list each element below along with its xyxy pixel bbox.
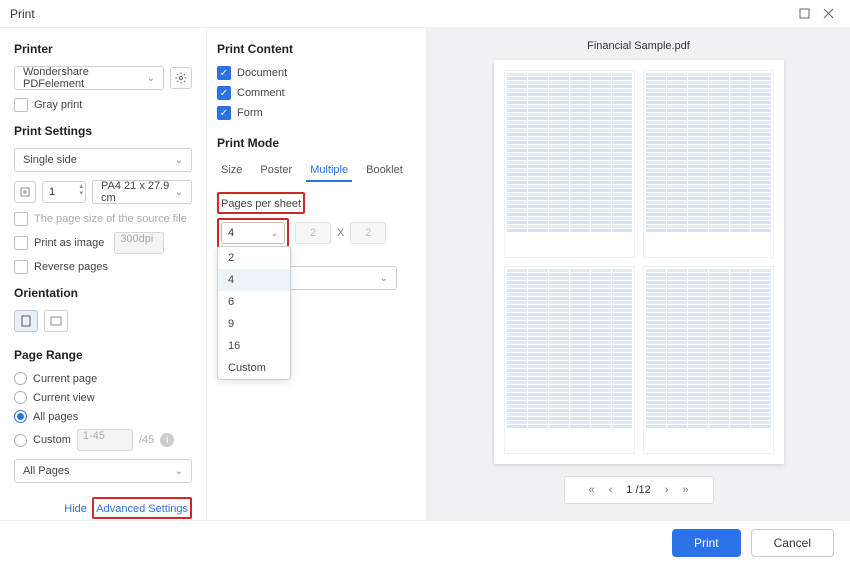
pager-indicator: 1 /12 xyxy=(626,484,650,496)
pages-per-sheet-label: Pages per sheet xyxy=(221,198,301,210)
paper-size-select[interactable]: PA4 21 x 27.9 cm⌄ xyxy=(92,180,192,204)
preview-page-3 xyxy=(504,266,635,454)
preview-filename: Financial Sample.pdf xyxy=(587,40,690,52)
grid-cols-input: 2 xyxy=(295,222,331,244)
pps-option-6[interactable]: 6 xyxy=(218,291,290,313)
page-subset-select[interactable]: All Pages⌄ xyxy=(14,459,192,483)
pager-next-icon[interactable]: › xyxy=(665,484,669,496)
tab-booklet[interactable]: Booklet xyxy=(362,160,407,182)
info-icon[interactable]: i xyxy=(160,433,174,447)
printer-select[interactable]: Wondershare PDFelement⌄ xyxy=(14,66,164,90)
footer-bar: Print Cancel xyxy=(0,520,850,565)
left-panel: Printer Wondershare PDFelement⌄ Gray pri… xyxy=(0,28,207,520)
checkbox-icon: ✓ xyxy=(217,66,231,80)
chevron-down-icon: ⌄ xyxy=(380,273,388,284)
maximize-icon[interactable] xyxy=(792,4,816,24)
copies-icon xyxy=(14,181,36,203)
grid-rows-input: 2 xyxy=(350,222,386,244)
reverse-pages-checkbox[interactable]: Reverse pages xyxy=(14,260,192,274)
range-all-pages-radio[interactable]: All pages xyxy=(14,410,192,423)
window-title: Print xyxy=(10,7,792,21)
chevron-down-icon: ⌄ xyxy=(147,73,155,84)
pps-option-custom[interactable]: Custom xyxy=(218,357,290,379)
range-current-page-radio[interactable]: Current page xyxy=(14,372,192,385)
tab-size[interactable]: Size xyxy=(217,160,246,182)
chevron-up-icon[interactable]: ▴ xyxy=(79,183,83,190)
chevron-down-icon: ⌄ xyxy=(175,466,183,477)
checkbox-icon xyxy=(14,236,28,250)
cancel-button[interactable]: Cancel xyxy=(751,529,834,557)
advanced-settings-highlight: Advanced Settings xyxy=(92,497,192,519)
radio-icon xyxy=(14,410,27,423)
pages-per-sheet-select[interactable]: 4⌄ xyxy=(221,222,285,244)
close-icon[interactable] xyxy=(816,4,840,24)
pps-label-highlight: Pages per sheet xyxy=(217,192,305,214)
pps-option-4[interactable]: 4 xyxy=(218,269,290,291)
pps-select-highlight: 4⌄ xyxy=(217,218,289,248)
checkbox-icon xyxy=(14,98,28,112)
grid-separator: X xyxy=(337,227,344,239)
range-current-view-radio[interactable]: Current view xyxy=(14,391,192,404)
pps-option-2[interactable]: 2 xyxy=(218,247,290,269)
radio-icon xyxy=(14,391,27,404)
printer-settings-button[interactable] xyxy=(170,67,192,89)
print-button[interactable]: Print xyxy=(672,529,741,557)
print-content-heading: Print Content xyxy=(217,42,416,56)
preview-pager: « ‹ 1 /12 › » xyxy=(564,476,714,504)
preview-page-2 xyxy=(643,70,774,258)
print-mode-heading: Print Mode xyxy=(217,136,416,150)
tab-multiple[interactable]: Multiple xyxy=(306,160,352,182)
chevron-down-icon[interactable]: ▾ xyxy=(79,190,83,197)
preview-panel: Financial Sample.pdf « ‹ 1 /12 › » xyxy=(427,28,850,520)
dpi-input: 300dpi xyxy=(114,232,164,254)
chevron-down-icon: ⌄ xyxy=(175,155,183,166)
checkbox-icon xyxy=(14,212,28,226)
title-bar: Print xyxy=(0,0,850,28)
content-comment-checkbox[interactable]: ✓Comment xyxy=(217,86,416,100)
chevron-down-icon: ⌄ xyxy=(175,187,183,198)
pps-option-16[interactable]: 16 xyxy=(218,335,290,357)
print-as-image-checkbox[interactable]: Print as image300dpi xyxy=(14,232,192,254)
print-settings-heading: Print Settings xyxy=(14,124,192,138)
mode-tabs: Size Poster Multiple Booklet xyxy=(217,160,416,182)
landscape-button[interactable] xyxy=(44,310,68,332)
checkbox-icon: ✓ xyxy=(217,106,231,120)
printer-heading: Printer xyxy=(14,42,192,56)
content-document-checkbox[interactable]: ✓Document xyxy=(217,66,416,80)
preview-page-1 xyxy=(504,70,635,258)
pps-dropdown: 2 4 6 9 16 Custom xyxy=(217,246,291,380)
hide-link[interactable]: Hide xyxy=(64,503,87,515)
source-page-size-checkbox[interactable]: The page size of the source file xyxy=(14,212,192,226)
middle-panel: Print Content ✓Document ✓Comment ✓Form P… xyxy=(207,28,427,520)
range-custom-radio[interactable]: Custom 1-45 /45 i xyxy=(14,429,192,451)
custom-range-input[interactable]: 1-45 xyxy=(77,429,133,451)
preview-page-4 xyxy=(643,266,774,454)
preview-sheet xyxy=(494,60,784,464)
pager-last-icon[interactable]: » xyxy=(682,484,688,496)
sides-select[interactable]: Single side⌄ xyxy=(14,148,192,172)
main-area: Printer Wondershare PDFelement⌄ Gray pri… xyxy=(0,28,850,520)
chevron-down-icon: ⌄ xyxy=(270,228,278,239)
content-form-checkbox[interactable]: ✓Form xyxy=(217,106,416,120)
advanced-settings-link[interactable]: Advanced Settings xyxy=(96,503,188,515)
pps-option-9[interactable]: 9 xyxy=(218,313,290,335)
gray-print-checkbox[interactable]: Gray print xyxy=(14,98,192,112)
copies-stepper[interactable]: 1▴▾ xyxy=(42,181,86,203)
pager-prev-icon[interactable]: ‹ xyxy=(609,484,613,496)
radio-icon xyxy=(14,372,27,385)
tab-poster[interactable]: Poster xyxy=(256,160,296,182)
custom-total-label: /45 xyxy=(139,434,154,446)
checkbox-icon: ✓ xyxy=(217,86,231,100)
page-range-heading: Page Range xyxy=(14,348,192,362)
radio-icon xyxy=(14,434,27,447)
pager-first-icon[interactable]: « xyxy=(588,484,594,496)
checkbox-icon xyxy=(14,260,28,274)
portrait-button[interactable] xyxy=(14,310,38,332)
orientation-heading: Orientation xyxy=(14,286,192,300)
